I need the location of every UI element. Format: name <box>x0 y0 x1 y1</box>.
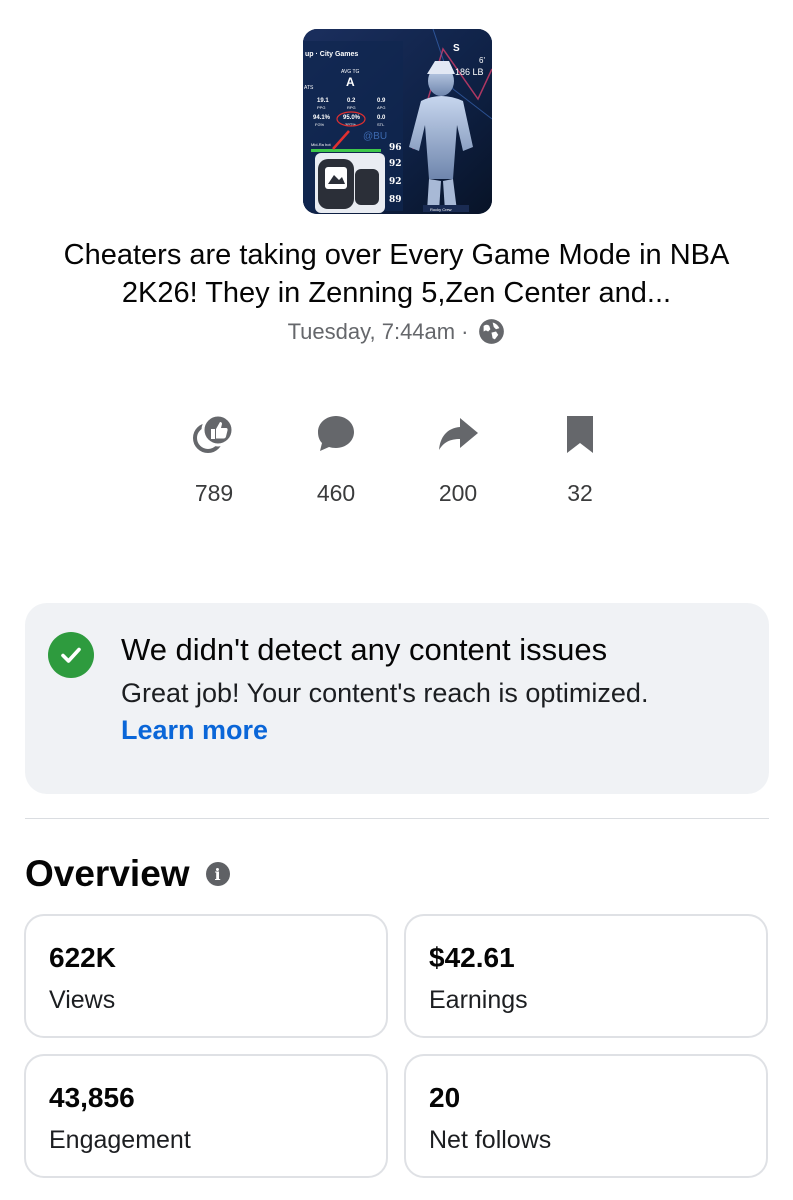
thumb-rating-1: 96 <box>389 143 402 153</box>
comments-count: 460 <box>316 480 356 506</box>
thumb-rating-2: 92 <box>389 159 402 169</box>
meta-separator: · <box>461 318 469 344</box>
earnings-label: Earnings <box>429 986 528 1014</box>
content-check-body: Great job! Your content's reach is optim… <box>121 675 681 749</box>
overview-heading: Overview i <box>25 853 230 895</box>
shares-action[interactable]: 200 <box>397 412 519 522</box>
thumb-name-tag: Rocky Crew <box>430 207 452 212</box>
views-card[interactable]: 622K Views <box>24 914 388 1038</box>
section-divider <box>25 818 769 819</box>
like-reactions-icon[interactable] <box>192 412 236 456</box>
views-label: Views <box>49 986 116 1014</box>
info-icon[interactable]: i <box>205 862 230 886</box>
thumb-corner-letter: S <box>453 43 460 54</box>
engagement-card[interactable]: 43,856 Engagement <box>24 1054 388 1178</box>
thumb-rpg-label: RPG <box>347 105 356 110</box>
net-follows-label: Net follows <box>429 1126 552 1154</box>
thumb-ppg: 19.1 <box>317 98 329 104</box>
engagement-label: Engagement <box>49 1126 191 1154</box>
learn-more-link[interactable]: Learn more <box>121 715 268 745</box>
engagement-actions: 789 460 200 32 <box>153 412 641 522</box>
overview-title: Overview <box>25 853 190 894</box>
earnings-value: $42.61 <box>429 942 515 973</box>
comment-icon[interactable] <box>314 412 358 456</box>
saves-action[interactable]: 32 <box>519 412 641 522</box>
share-icon[interactable] <box>436 412 480 456</box>
thumb-stl-label: STL <box>377 122 385 127</box>
thumb-rpg: 0.2 <box>347 98 356 104</box>
thumb-rating-3: 92 <box>389 177 402 187</box>
check-circle-icon <box>48 632 94 678</box>
shares-count: 200 <box>438 480 478 506</box>
reactions-count: 789 <box>194 480 234 506</box>
views-value: 622K <box>49 942 116 973</box>
content-check-title: We didn't detect any content issues <box>121 632 608 667</box>
content-check-message: Great job! Your content's reach is optim… <box>121 678 649 708</box>
thumb-stats-tag: ATS <box>304 85 314 91</box>
thumb-rating-4: 89 <box>389 195 402 205</box>
reactions-action[interactable]: 789 <box>153 412 275 522</box>
net-follows-value: 20 <box>429 1082 461 1113</box>
post-meta: Tuesday, 7:44am · <box>0 318 793 345</box>
thumb-watermark: @BU <box>363 131 387 142</box>
thumb-height: 6' <box>479 56 485 65</box>
thumb-fg: 94.1% <box>313 115 331 121</box>
thumb-apg-label: APG <box>377 105 385 110</box>
thumb-fg-label: FG% <box>315 122 325 127</box>
thumb-3pt: 95.0% <box>343 115 361 121</box>
thumb-apg: 0.9 <box>377 98 386 104</box>
thumb-grade: A <box>346 75 355 89</box>
thumb-stl: 0.0 <box>377 115 386 121</box>
thumb-weight: 186 LB <box>455 67 484 77</box>
thumb-hud-top: up · City Games <box>305 51 358 58</box>
earnings-card[interactable]: $42.61 Earnings <box>404 914 768 1038</box>
engagement-value: 43,856 <box>49 1082 135 1113</box>
thumb-midrange-label: Mid-Ra hot <box>311 142 331 147</box>
comments-action[interactable]: 460 <box>275 412 397 522</box>
content-check-card: We didn't detect any content issues Grea… <box>25 603 769 794</box>
post-thumbnail[interactable]: up · City Games AVG TG A ATS 19.1 0.2 0.… <box>303 29 492 214</box>
net-follows-card[interactable]: 20 Net follows <box>404 1054 768 1178</box>
post-title[interactable]: Cheaters are taking over Every Game Mode… <box>30 236 763 312</box>
bookmark-icon[interactable] <box>558 412 602 456</box>
saves-count: 32 <box>567 480 593 506</box>
globe-icon[interactable] <box>478 318 505 345</box>
post-time: Tuesday, 7:44am <box>287 318 456 344</box>
thumb-ppg-label: PPG <box>317 105 325 110</box>
